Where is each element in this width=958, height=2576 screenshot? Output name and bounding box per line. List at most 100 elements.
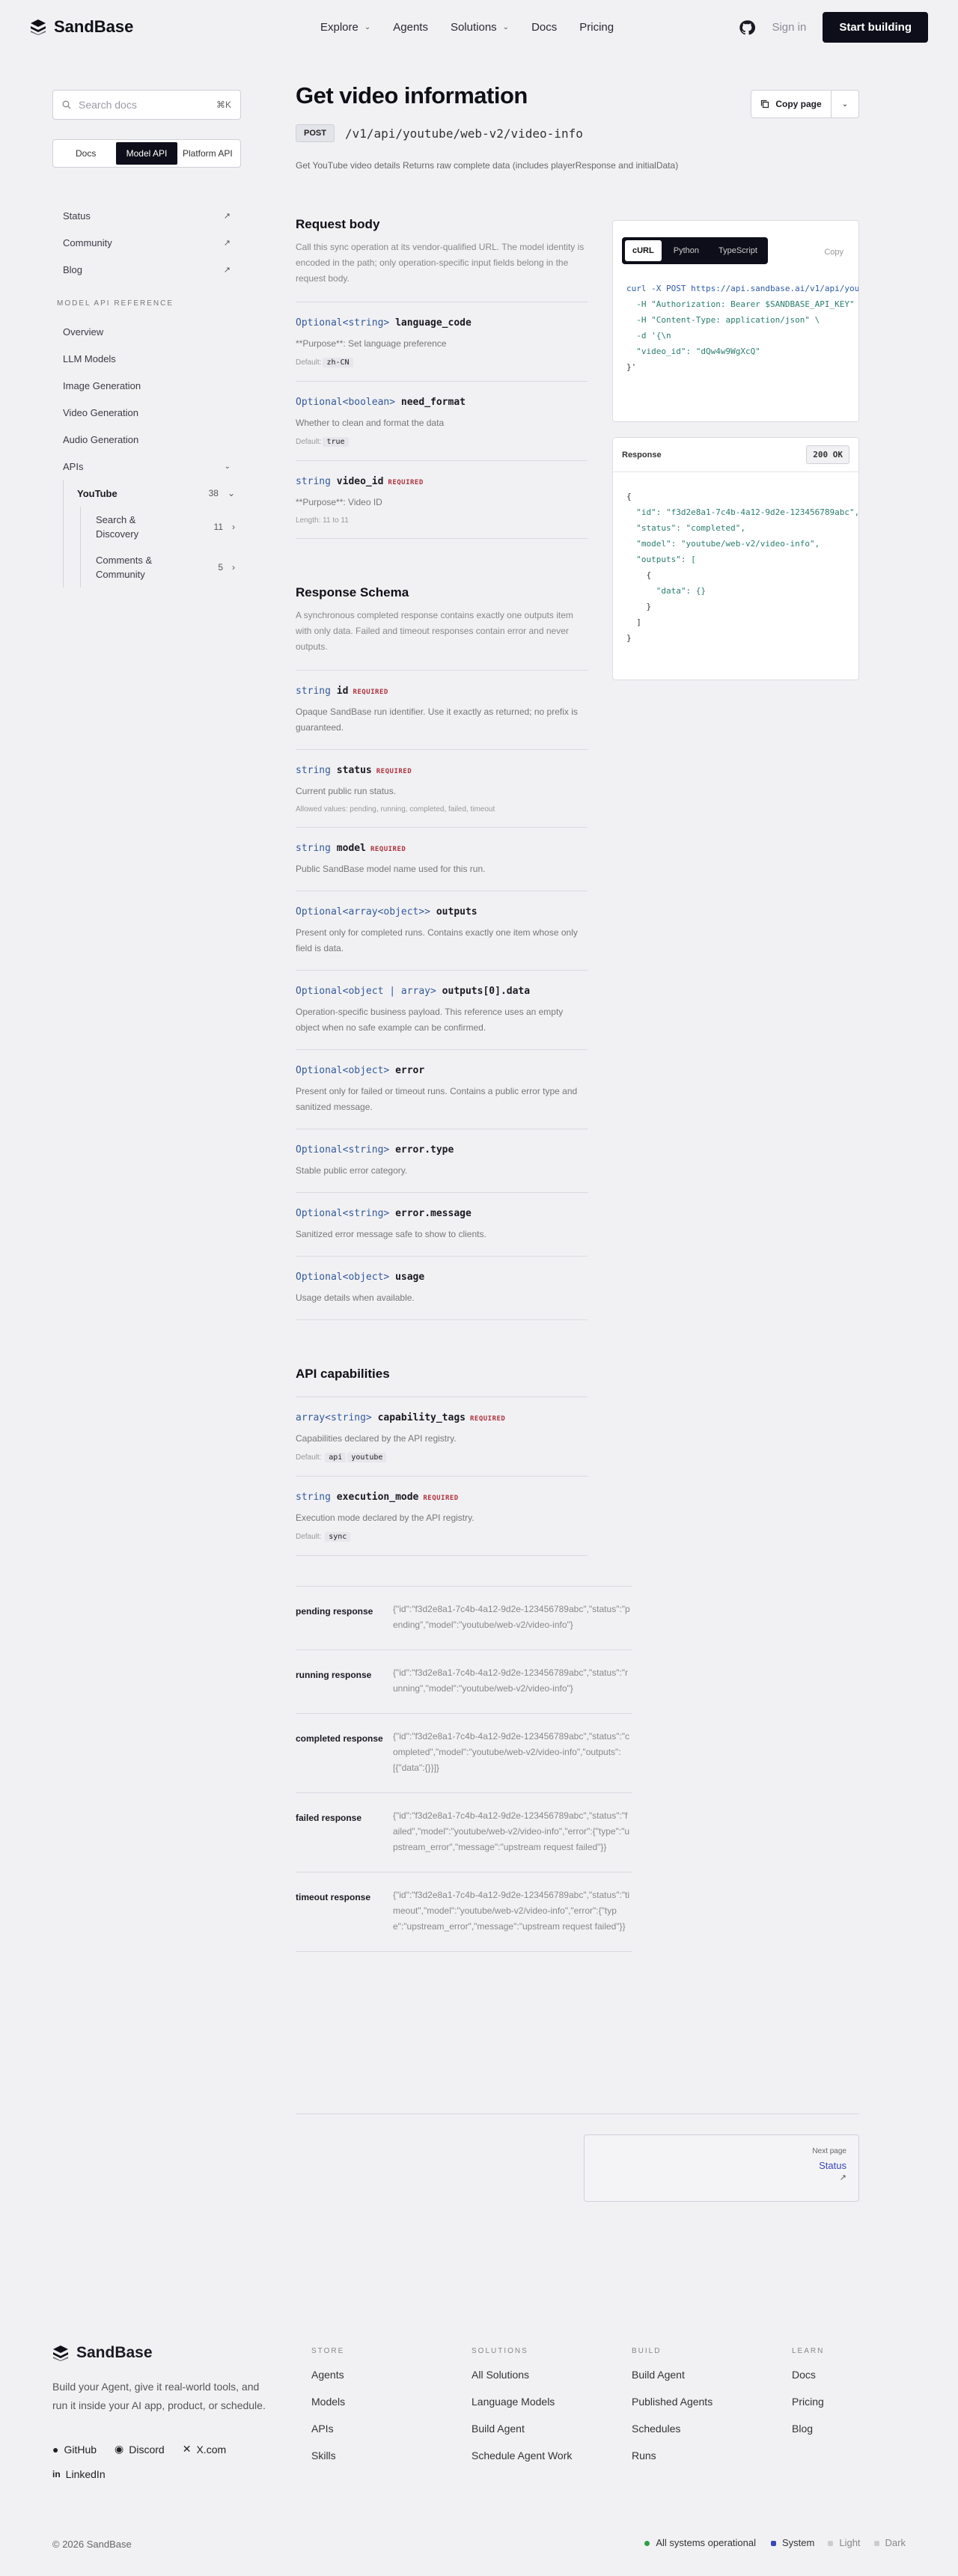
code-line: -d '{\n [626,331,671,341]
sidebar-item-label: Search & Discovery [96,514,139,540]
nav-item-agents[interactable]: Agents [393,21,428,34]
copyright: © 2026 SandBase [52,2539,132,2550]
sidebar-link-status[interactable]: Status ↗ [52,202,241,229]
tab-curl[interactable]: cURL [625,240,662,261]
system-status-label: All systems operational [656,2537,756,2548]
next-page-card[interactable]: Next page Status ↗ [584,2134,859,2202]
sidebar-item-apis[interactable]: APIs ⌄ [52,453,241,480]
footer-brand[interactable]: SandBase [52,2344,153,2362]
request-code-block: curl -X POST https://api.sandbase.ai/v1/… [613,281,858,375]
nav-item-pricing[interactable]: Pricing [579,21,614,34]
schema-field: string status REQUIRED Current public run … [296,749,588,827]
theme-option-light[interactable]: Light [828,2537,861,2548]
footer-link[interactable]: Schedules [632,2423,713,2450]
footer-link[interactable]: Agents [311,2369,345,2396]
required-badge: REQUIRED [353,689,388,696]
footer-link[interactable]: APIs [311,2423,345,2450]
tab-typescript[interactable]: TypeScript [711,240,765,261]
endpoint-row: POST /v1/api/youtube/web-v2/video-info [296,124,588,142]
nav-label: Docs [531,20,558,34]
github-link[interactable]: ● GitHub [52,2443,97,2456]
footer-link[interactable]: Build Agent [632,2369,713,2396]
search-shortcut: ⌘K [216,100,231,110]
footer-link[interactable]: Runs [632,2450,713,2476]
chevron-right-icon: › [232,521,235,532]
nav-item-docs[interactable]: Docs [531,21,557,34]
sidebar-item-video-generation[interactable]: Video Generation [52,399,241,426]
response-example-row: completed response {"id":"f3d2e8a1-7c4b-4… [296,1713,632,1792]
default-value-chip: youtube [347,1453,387,1462]
x-link[interactable]: ✕ X.com [183,2443,226,2456]
footer-link[interactable]: Language Models [472,2396,572,2423]
copy-page-button[interactable]: Copy page [751,91,832,117]
segment-docs[interactable]: Docs [55,142,116,165]
tab-python[interactable]: Python [666,240,707,261]
footer-link[interactable]: Pricing [792,2396,824,2423]
social-links: ● GitHub ◉ Discord ✕ X.com [52,2443,226,2456]
sidebar-item-overview[interactable]: Overview [52,318,241,345]
site-header: SandBase Explore ⌄ Agents Solutions ⌄ Docs Pri… [0,0,958,54]
nav-item-explore[interactable]: Explore ⌄ [320,21,370,34]
field-signature: array<string> capability_tags REQUIRED [296,1412,588,1423]
sidebar-link-blog[interactable]: Blog ↗ [52,256,241,283]
footer-link[interactable]: Skills [311,2450,345,2476]
meta-label: Default: [296,438,322,446]
sidebar-submenu: YouTube 38 ⌄ Search & Discovery 11 › Comments … [63,480,241,587]
copy-icon [761,100,769,109]
response-example-value: {"id":"f3d2e8a1-7c4b-4a12-9d2e-123456789… [393,1604,630,1630]
segment-platform-api[interactable]: Platform API [177,142,238,165]
required-badge: REQUIRED [469,1415,506,1423]
default-value-chip: api [325,1453,347,1462]
sidebar-item-label: Video Generation [63,406,138,418]
sidebar-item-youtube[interactable]: YouTube 38 ⌄ [77,480,241,507]
nav-label: Pricing [579,20,614,34]
field-name: language_code [395,317,472,329]
code-line: }' [626,362,637,372]
footer-link[interactable]: All Solutions [472,2369,572,2396]
system-status[interactable]: All systems operational [644,2537,756,2548]
footer-status-bar: All systems operational System Light Dark [644,2537,906,2548]
footer-link[interactable]: Docs [792,2369,824,2396]
theme-switcher: System Light Dark [771,2537,906,2548]
site-footer: SandBase Build your Agent, give it real-… [0,2308,958,2576]
sidebar-section-heading: MODEL API REFERENCE [57,299,174,308]
footer-link[interactable]: Blog [792,2423,824,2450]
copy-page-dropdown[interactable]: ⌄ [832,100,858,109]
start-building-button[interactable]: Start building [823,12,928,43]
schema-field: Optional<string> language_code **Purpose*… [296,302,588,381]
sidebar-link-community[interactable]: Community ↗ [52,229,241,256]
sidebar-item-search-discovery[interactable]: Search & Discovery 11 › [96,507,241,547]
sign-in-link[interactable]: Sign in [772,21,806,34]
discord-link[interactable]: ◉ Discord [115,2443,165,2456]
brand-logo[interactable]: SandBase [30,17,133,37]
footer-link[interactable]: Build Agent [472,2423,572,2450]
sidebar-nav: Overview LLM Models Image Generation Video … [52,318,241,587]
linkedin-link[interactable]: in LinkedIn [52,2468,106,2480]
schema-field: string model REQUIRED Public SandBase mode… [296,827,588,891]
field-description: **Purpose**: Set language preference [296,338,447,349]
field-name: error [395,1065,425,1076]
sidebar-item-comments-community[interactable]: Comments & Community 5 › [96,547,241,587]
response-example-value: {"id":"f3d2e8a1-7c4b-4a12-9d2e-123456789… [393,1890,630,1932]
footer-link[interactable]: Published Agents [632,2396,713,2423]
copy-page-control: Copy page ⌄ [751,90,859,118]
nav-item-solutions[interactable]: Solutions ⌄ [451,21,509,34]
field-type: Optional<object> [296,1065,390,1076]
field-type: string [296,476,331,487]
sidebar-item-llm-models[interactable]: LLM Models [52,345,241,372]
search-input[interactable]: Search docs ⌘K [52,90,241,120]
copy-code-button[interactable]: Copy [824,248,843,257]
theme-option-dark[interactable]: Dark [873,2537,906,2548]
footer-link[interactable]: Models [311,2396,345,2423]
github-icon[interactable] [739,19,756,36]
theme-option-system[interactable]: System [771,2537,814,2548]
segment-model-api[interactable]: Model API [116,142,177,165]
footer-link[interactable]: Schedule Agent Work [472,2450,572,2476]
sidebar-item-audio-generation[interactable]: Audio Generation [52,426,241,453]
field-meta: Default: sync [296,1532,588,1542]
code-line: -H "Authorization: Bearer $SANDBASE_API_… [626,299,859,309]
sidebar-item-label: Comments & Community [96,555,153,580]
field-meta: Default: true [296,437,588,447]
sidebar-item-image-generation[interactable]: Image Generation [52,372,241,399]
response-example-label: running response [296,1670,372,1680]
